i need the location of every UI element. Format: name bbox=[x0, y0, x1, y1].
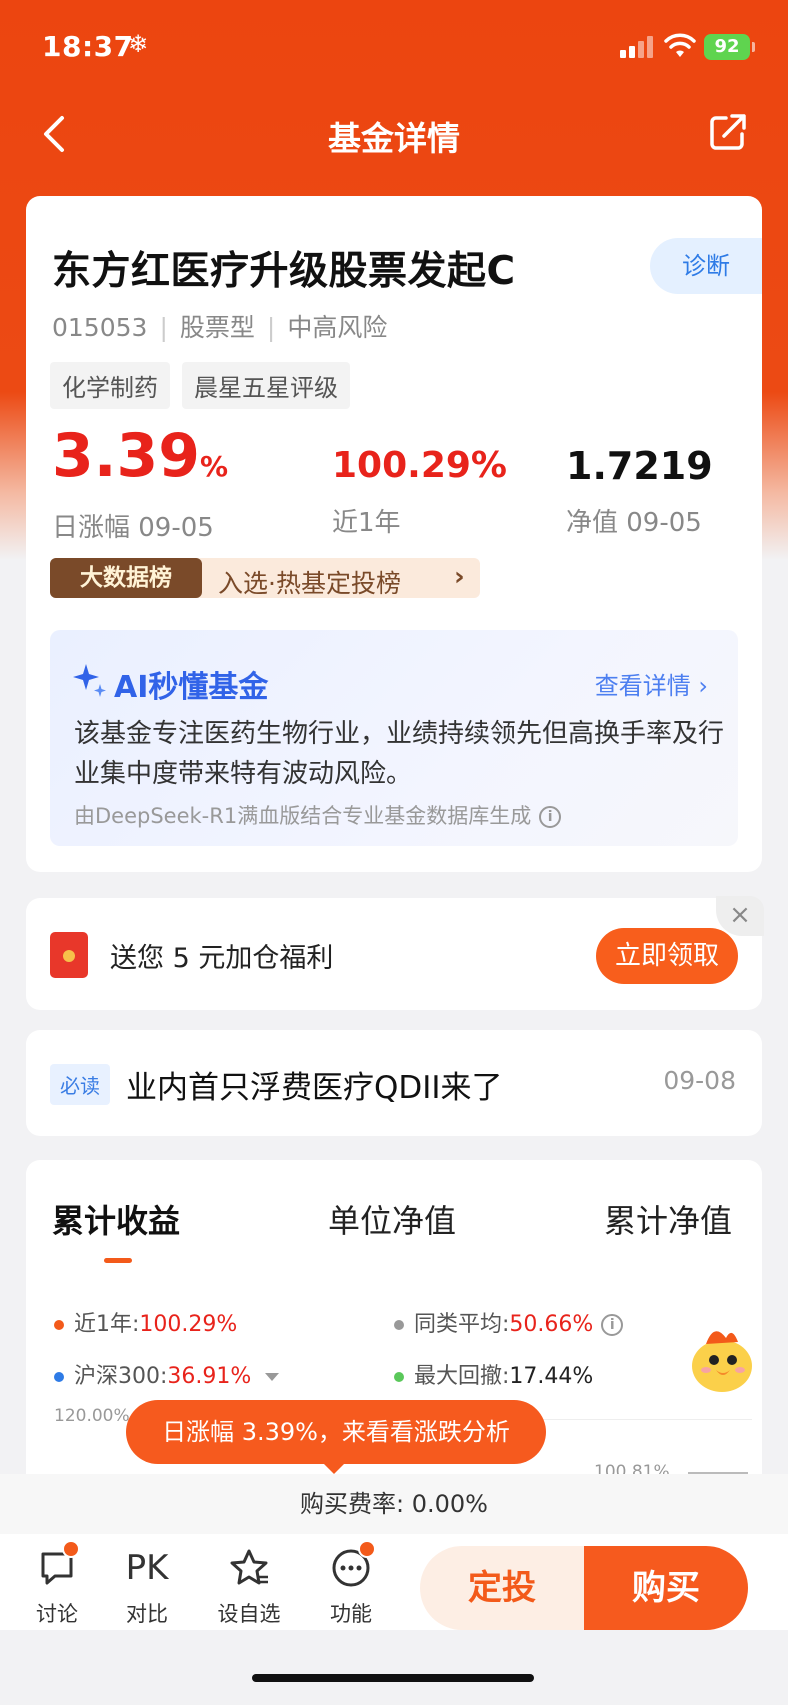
must-read-badge: 必读 bbox=[50, 1064, 110, 1105]
news-date: 09-08 bbox=[663, 1066, 736, 1095]
tag-rating[interactable]: 晨星五星评级 bbox=[182, 362, 350, 409]
bigdata-text: 入选·热基定投榜 bbox=[218, 569, 401, 598]
chart-tabs: 累计收益 单位净值 累计净值 bbox=[26, 1196, 762, 1263]
gift-text: 送您 5 元加仓福利 bbox=[110, 943, 334, 974]
bigdata-badge: 大数据榜 bbox=[50, 558, 202, 598]
legend-1y: 近1年:100.29% bbox=[54, 1306, 237, 1338]
signal-icon bbox=[620, 36, 656, 58]
status-bar: 18:37 ❄ 92 bbox=[0, 0, 788, 95]
change-analysis-tooltip[interactable]: 日涨幅 3.39%，来看看涨跌分析 bbox=[126, 1400, 546, 1464]
add-watchlist-button[interactable]: 设自选 bbox=[214, 1544, 284, 1628]
snowflake-icon: ❄ bbox=[128, 30, 149, 58]
bottom-action-bar: 讨论 PK 对比 设自选 功能 定投 购买 bbox=[0, 1534, 788, 1630]
battery-icon: 92 bbox=[704, 34, 750, 60]
y-axis-top-label: 120.00% bbox=[54, 1406, 130, 1426]
daily-change-value: 3.39 bbox=[52, 421, 201, 491]
news-item[interactable]: 必读 业内首只浮费医疗QDII来了 09-08 bbox=[26, 1030, 762, 1136]
legend-max-drawdown: 最大回撤:17.44% bbox=[394, 1358, 593, 1390]
discussion-button[interactable]: 讨论 bbox=[22, 1544, 92, 1628]
diagnose-button[interactable]: 诊断 bbox=[650, 238, 762, 294]
daily-change-metric: 3.39% 日涨幅 09-05 bbox=[52, 424, 228, 544]
fund-summary-card: 东方红医疗升级股票发起C 诊断 015053 | 股票型 | 中高风险 化学制药 晨星五… bbox=[26, 196, 762, 872]
chevron-down-icon bbox=[265, 1373, 280, 1381]
sip-button[interactable]: 定投 bbox=[420, 1546, 584, 1630]
tab-indicator bbox=[104, 1258, 132, 1263]
fund-code: 015053 bbox=[52, 313, 148, 342]
daily-change-label: 日涨幅 09-05 bbox=[52, 513, 214, 543]
notification-dot bbox=[358, 1540, 376, 1558]
compare-button[interactable]: PK 对比 bbox=[112, 1544, 182, 1628]
ai-description: 该基金专注医药生物行业，业绩持续领先但高换手率及行业集中度带来特有波动风险。 bbox=[74, 719, 725, 789]
functions-button[interactable]: 功能 bbox=[316, 1544, 386, 1628]
pk-icon: PK bbox=[125, 1548, 169, 1588]
legend-peer-average: 同类平均:50.66% i bbox=[394, 1306, 624, 1338]
nav-metric: 1.7219 净值 09-05 bbox=[566, 444, 713, 539]
tooltip-tail bbox=[322, 1462, 346, 1474]
info-icon[interactable]: i bbox=[601, 1314, 624, 1336]
yearly-change-label: 近1年 bbox=[332, 508, 401, 538]
ai-summary-box: AI秒懂基金 查看详情 › 该基金专注医药生物行业，业绩持续领先但高换手率及行业… bbox=[50, 630, 738, 846]
tab-cumulative-return[interactable]: 累计收益 bbox=[52, 1196, 180, 1242]
bigdata-ranking-banner[interactable]: 大数据榜 入选·热基定投榜 › bbox=[50, 558, 480, 598]
fund-risk: 中高风险 bbox=[287, 313, 388, 342]
wifi-icon bbox=[664, 33, 696, 57]
purchase-fee: 购买费率: 0.00% bbox=[0, 1474, 788, 1534]
notification-dot bbox=[62, 1540, 80, 1558]
battery-tip bbox=[752, 42, 755, 52]
compare-label: 对比 bbox=[126, 1602, 168, 1626]
close-icon[interactable]: × bbox=[716, 896, 764, 936]
functions-label: 功能 bbox=[330, 1602, 372, 1626]
yearly-change-metric: 100.29% 近1年 bbox=[332, 444, 507, 539]
tag-industry[interactable]: 化学制药 bbox=[50, 362, 170, 409]
fund-name: 东方红医疗升级股票发起C bbox=[52, 249, 516, 294]
nav-label: 净值 09-05 bbox=[566, 508, 702, 538]
legend-hs300[interactable]: 沪深300:36.91% bbox=[54, 1358, 280, 1390]
share-icon[interactable] bbox=[708, 112, 748, 152]
chevron-right-icon: › bbox=[454, 562, 465, 592]
page-title: 基金详情 bbox=[328, 119, 460, 158]
yearly-change-value: 100.29% bbox=[332, 445, 507, 486]
mascot-chick-icon[interactable] bbox=[680, 1316, 764, 1396]
gift-banner: 送您 5 元加仓福利 立即领取 × bbox=[26, 896, 764, 1010]
ai-title: AI秒懂基金 bbox=[114, 670, 269, 705]
status-time: 18:37 bbox=[42, 30, 134, 63]
star-icon bbox=[230, 1549, 268, 1585]
fund-type: 股票型 bbox=[179, 313, 255, 342]
info-icon[interactable]: i bbox=[539, 806, 562, 828]
claim-button[interactable]: 立即领取 bbox=[596, 928, 738, 984]
ai-footer: 由DeepSeek-R1满血版结合专业基金数据库生成 i bbox=[74, 800, 562, 830]
nav-value: 1.7219 bbox=[566, 444, 713, 488]
home-indicator bbox=[252, 1674, 534, 1682]
daily-change-pct: % bbox=[200, 450, 229, 483]
nav-bar: 基金详情 bbox=[0, 100, 788, 166]
tab-cumulative-nav[interactable]: 累计净值 bbox=[604, 1196, 732, 1242]
buy-button[interactable]: 购买 bbox=[584, 1546, 748, 1630]
ai-more-link[interactable]: 查看详情 › bbox=[595, 666, 708, 701]
discussion-label: 讨论 bbox=[36, 1602, 78, 1626]
fund-tags: 化学制药 晨星五星评级 bbox=[50, 362, 350, 409]
fund-meta: 015053 | 股票型 | 中高风险 bbox=[52, 313, 388, 342]
news-title: 业内首只浮费医疗QDII来了 bbox=[126, 1070, 503, 1106]
red-packet-icon bbox=[50, 932, 88, 978]
tab-unit-nav[interactable]: 单位净值 bbox=[328, 1196, 456, 1242]
ai-footer-text: 由DeepSeek-R1满血版结合专业基金数据库生成 bbox=[74, 804, 532, 828]
add-watchlist-label: 设自选 bbox=[217, 1602, 281, 1626]
sparkle-icon bbox=[73, 664, 106, 697]
